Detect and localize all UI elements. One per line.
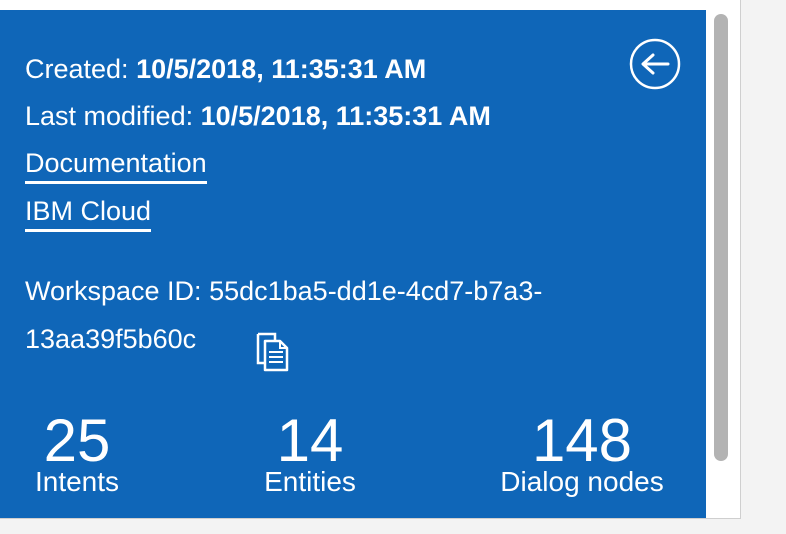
stat-entities: 14 Entities: [250, 408, 370, 498]
workspace-id-row-continued: 13aa39f5b60c: [25, 323, 196, 355]
created-value: 10/5/2018, 11:35:31 AM: [136, 54, 427, 84]
created-row: Created: 10/5/2018, 11:35:31 AM: [25, 53, 426, 85]
arrow-left-circle-icon: [629, 38, 681, 90]
modified-label: Last modified:: [25, 101, 194, 131]
workspace-id-row: Workspace ID: 55dc1ba5-dd1e-4cd7-b7a3-: [25, 275, 542, 307]
created-label: Created:: [25, 54, 129, 84]
modified-row: Last modified: 10/5/2018, 11:35:31 AM: [25, 100, 491, 132]
modified-value: 10/5/2018, 11:35:31 AM: [200, 101, 491, 131]
stat-value: 25: [43, 407, 111, 474]
stat-label: Intents: [34, 466, 120, 497]
ibm-cloud-link[interactable]: IBM Cloud: [25, 195, 152, 232]
stat-dialog-nodes: 148 Dialog nodes: [482, 408, 682, 498]
workspace-id-value-part1: 55dc1ba5-dd1e-4cd7-b7a3-: [209, 276, 543, 306]
back-button[interactable]: [629, 38, 681, 90]
stat-label: Entities: [264, 466, 356, 497]
stat-label: Dialog nodes: [500, 466, 664, 497]
stat-intents: 25 Intents: [25, 408, 129, 498]
scrollbar-thumb[interactable]: [714, 14, 728, 461]
workspace-id-value-part2: 13aa39f5b60c: [25, 324, 197, 354]
workspace-details-panel: Created: 10/5/2018, 11:35:31 AM Last mod…: [0, 10, 706, 518]
copy-workspace-id-button[interactable]: [255, 330, 289, 374]
documentation-link[interactable]: Documentation: [25, 147, 207, 184]
copy-icon: [256, 332, 289, 372]
stat-value: 148: [531, 407, 633, 474]
workspace-id-label: Workspace ID:: [25, 276, 202, 306]
stat-value: 14: [276, 407, 344, 474]
